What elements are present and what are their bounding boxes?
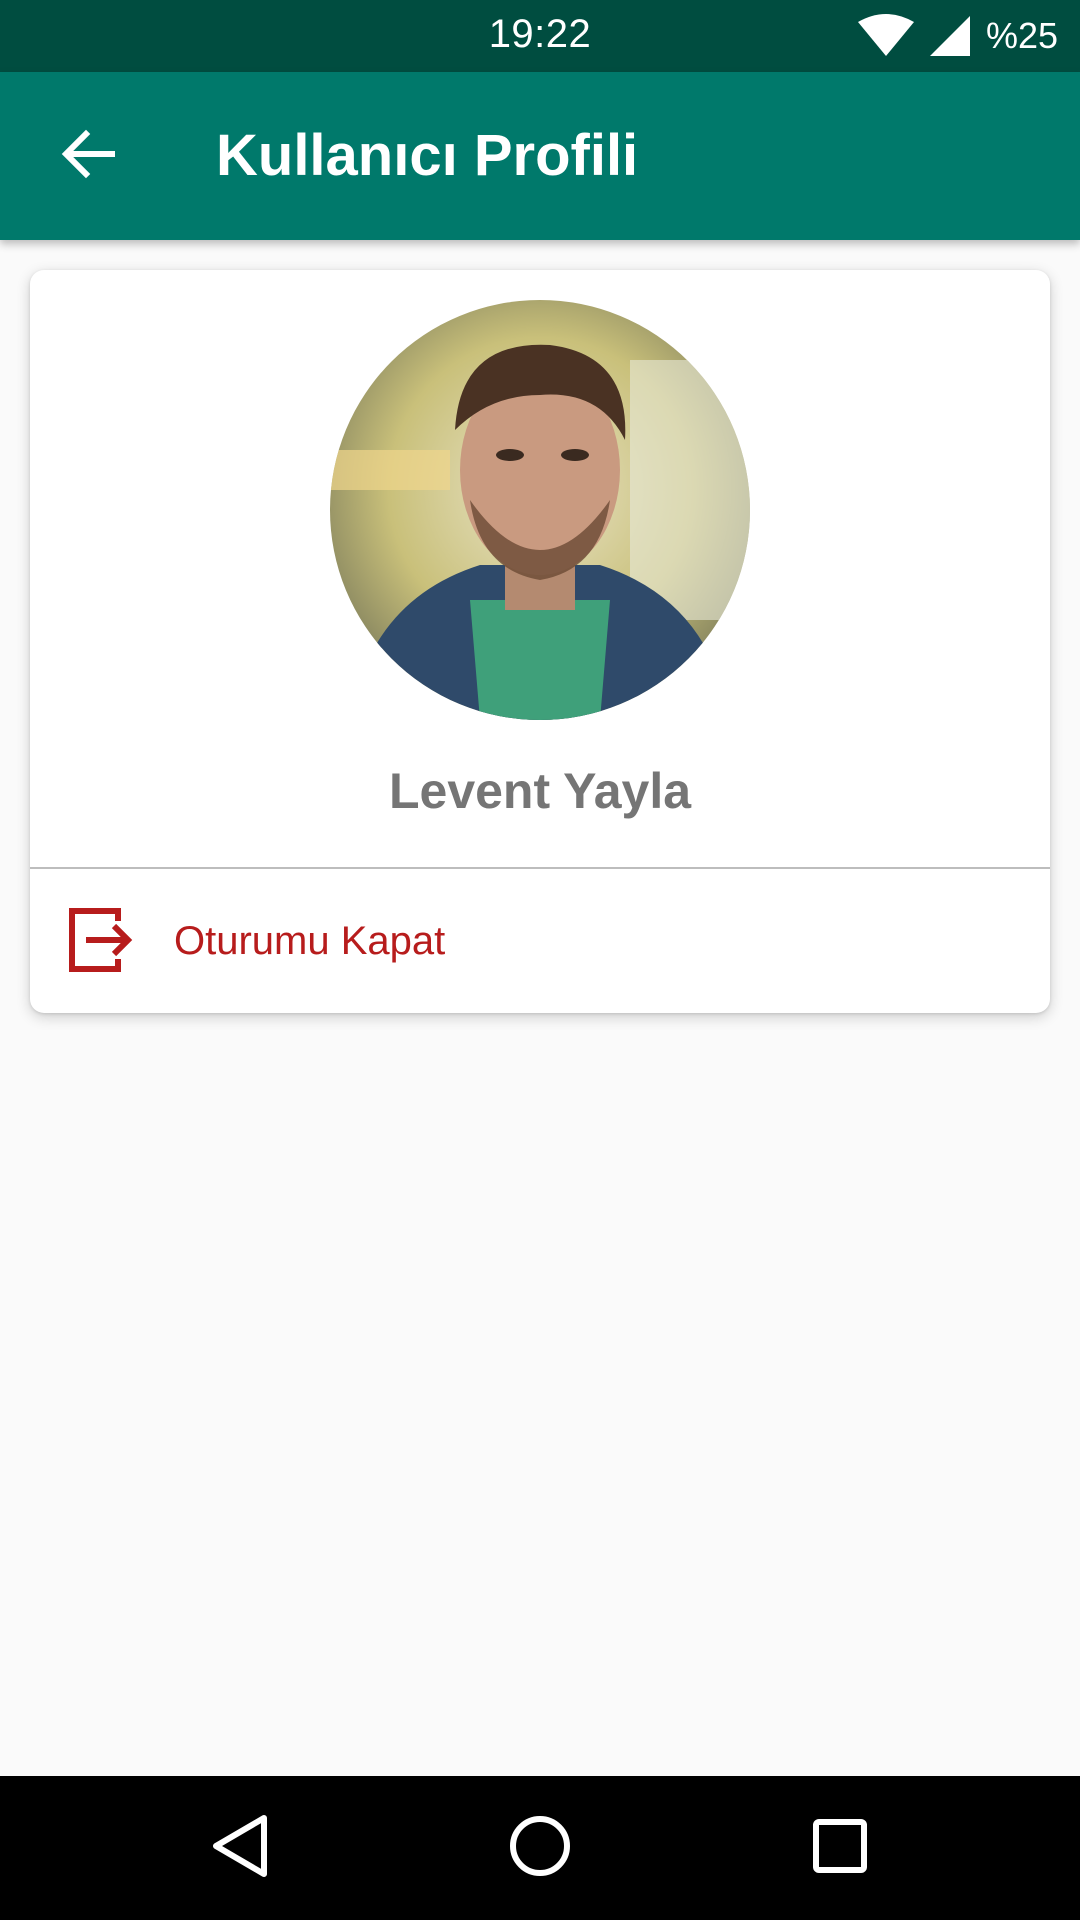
arrow-back-icon	[60, 129, 116, 184]
back-triangle-icon	[210, 1814, 270, 1883]
profile-card: Levent Yayla Oturumu Kapat	[30, 270, 1050, 1013]
nav-home-button[interactable]	[490, 1798, 590, 1898]
user-name: Levent Yayla	[388, 763, 692, 819]
recents-square-icon	[812, 1818, 868, 1879]
cell-signal-icon	[928, 14, 972, 58]
home-circle-icon	[508, 1814, 572, 1883]
battery-percentage: %25	[985, 15, 1058, 56]
nav-bar	[0, 1776, 1080, 1920]
status-bar: 19:22 %25	[0, 0, 1080, 72]
back-button[interactable]	[40, 108, 136, 204]
nav-recents-button[interactable]	[790, 1798, 890, 1898]
nav-back-button[interactable]	[190, 1798, 290, 1898]
profile-photo	[330, 300, 750, 720]
status-icons: %25	[857, 14, 1058, 58]
wifi-icon	[857, 14, 914, 58]
logout-button[interactable]: Oturumu Kapat	[30, 869, 1050, 1013]
app-bar: Kullanıcı Profili	[0, 72, 1080, 240]
page-title: Kullanıcı Profili	[216, 123, 639, 188]
logout-label: Oturumu Kapat	[174, 919, 446, 963]
exit-icon	[68, 907, 134, 973]
